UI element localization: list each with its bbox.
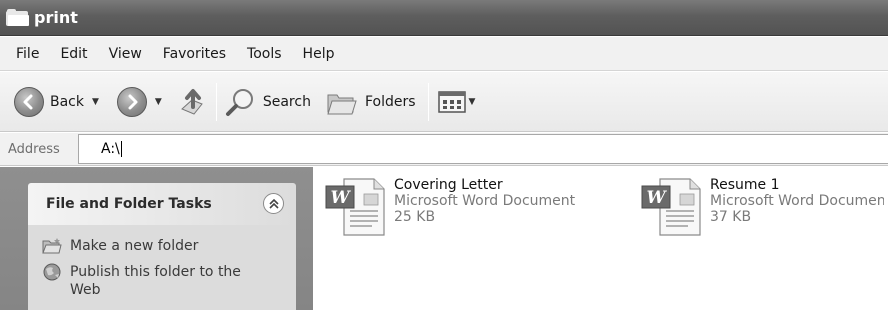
word-document-icon: W — [641, 178, 701, 236]
forward-arrow-icon — [116, 86, 147, 117]
address-bar: Address A:\ — [0, 133, 888, 166]
file-item[interactable]: W Covering Letter Microsoft Word Documen… — [324, 177, 575, 237]
task-make-new-folder[interactable]: Make a new folder — [42, 237, 296, 255]
task-panel-body: Make a new folder Publish this folder to… — [28, 225, 296, 310]
search-label: Search — [262, 93, 311, 110]
text-cursor — [120, 141, 122, 157]
views-button[interactable] — [437, 89, 467, 115]
address-input[interactable]: A:\ — [78, 134, 888, 164]
forward-dropdown-icon[interactable]: ▼ — [155, 97, 162, 107]
back-label: Back — [50, 93, 84, 110]
double-chevron-up-icon — [268, 198, 279, 209]
search-icon — [225, 88, 253, 116]
svg-text:W: W — [646, 188, 667, 208]
globe-icon — [43, 263, 61, 281]
menu-view[interactable]: View — [109, 46, 142, 62]
file-size: 25 KB — [394, 209, 436, 225]
collapse-button[interactable] — [263, 193, 284, 214]
folders-button[interactable]: Folders — [325, 87, 416, 117]
views-dropdown-icon[interactable]: ▼ — [469, 97, 476, 107]
task-panel-header[interactable]: File and Folder Tasks — [28, 183, 296, 225]
address-label: Address — [8, 141, 60, 157]
folders-icon — [327, 94, 357, 114]
menu-bar: File Edit View Favorites Tools Help — [0, 37, 888, 71]
file-size: 37 KB — [710, 209, 752, 225]
folders-label: Folders — [364, 93, 416, 110]
search-button[interactable]: Search — [225, 86, 311, 118]
title-bar[interactable]: print — [0, 0, 888, 36]
file-name: Covering Letter — [394, 177, 503, 193]
task-label: Publish this folder to the Web — [70, 264, 241, 298]
menu-help[interactable]: Help — [303, 46, 335, 62]
up-button[interactable] — [178, 87, 208, 117]
file-meta: Resume 1 Microsoft Word Document 37 KB — [710, 177, 884, 237]
file-meta: Covering Letter Microsoft Word Document … — [394, 177, 575, 237]
svg-text:W: W — [330, 188, 351, 208]
menu-file[interactable]: File — [16, 46, 39, 62]
file-item[interactable]: W Resume 1 Microsoft Word Document 37 KB — [640, 177, 884, 237]
file-name: Resume 1 — [710, 177, 780, 193]
file-type: Microsoft Word Document — [710, 193, 884, 209]
file-list-area: W Covering Letter Microsoft Word Documen… — [314, 167, 888, 310]
toolbar: Back ▼ ▼ Search Folders ▼ — [0, 72, 888, 132]
menu-favorites[interactable]: Favorites — [163, 46, 226, 62]
file-type: Microsoft Word Document — [394, 193, 576, 209]
task-panel-title: File and Folder Tasks — [46, 196, 212, 212]
up-folder-icon — [180, 88, 203, 115]
forward-button[interactable] — [116, 86, 147, 117]
back-arrow-icon — [14, 86, 44, 117]
window-title: print — [34, 8, 78, 27]
word-document-icon: W — [325, 178, 385, 236]
task-pane: File and Folder Tasks Make a new folder — [0, 167, 313, 310]
toolbar-separator — [215, 82, 217, 121]
toolbar-separator — [427, 82, 429, 121]
back-button[interactable]: Back — [14, 86, 84, 117]
new-folder-icon — [42, 238, 62, 254]
menu-edit[interactable]: Edit — [60, 46, 87, 62]
views-icon — [437, 90, 466, 113]
file-folder-tasks-panel: File and Folder Tasks Make a new folder — [28, 183, 296, 310]
task-label: Make a new folder — [70, 238, 199, 254]
task-publish-folder[interactable]: Publish this folder to the Web — [42, 263, 296, 299]
address-value: A:\ — [101, 141, 120, 157]
back-dropdown-icon[interactable]: ▼ — [92, 97, 99, 107]
folder-icon — [6, 8, 30, 27]
menu-tools[interactable]: Tools — [247, 46, 282, 62]
